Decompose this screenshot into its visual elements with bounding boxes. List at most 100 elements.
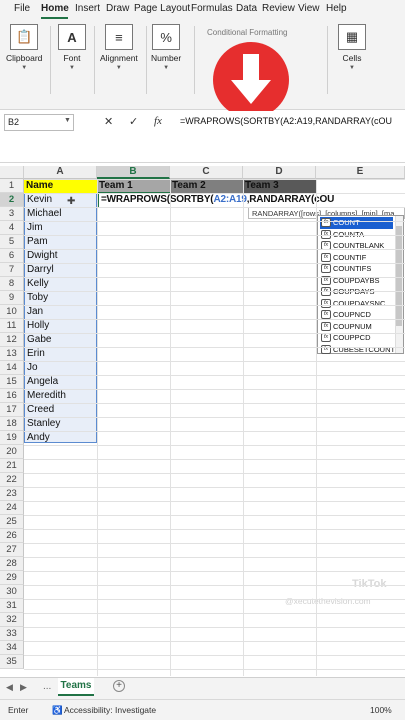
- autocomplete-item[interactable]: fx COUPDAYSNC: [320, 298, 393, 310]
- autocomplete-item[interactable]: fx CUBESETCOUNT: [320, 344, 395, 356]
- more-sheets-button[interactable]: ...: [43, 681, 51, 692]
- menu-file[interactable]: File: [14, 3, 30, 14]
- name-cell[interactable]: Kelly: [25, 277, 95, 291]
- row-header[interactable]: 4: [0, 221, 24, 235]
- row-header[interactable]: 23: [0, 487, 24, 501]
- name-cell[interactable]: Creed: [25, 403, 95, 417]
- row-header[interactable]: 29: [0, 571, 24, 585]
- name-cell[interactable]: Erin: [25, 347, 95, 361]
- row-header[interactable]: 16: [0, 389, 24, 403]
- alignment-group[interactable]: ≡ Alignment ▼: [100, 24, 138, 71]
- autocomplete-item[interactable]: fx COUNTIF: [320, 252, 393, 264]
- row-header[interactable]: 10: [0, 305, 24, 319]
- row-header[interactable]: 12: [0, 333, 24, 347]
- prev-sheet-icon[interactable]: ◀: [6, 682, 13, 693]
- formula-input[interactable]: =WRAPROWS(SORTBY(A2:A19,RANDARRAY(cOU: [176, 114, 405, 131]
- row-header[interactable]: 9: [0, 291, 24, 305]
- zoom-level[interactable]: 100%: [370, 705, 392, 715]
- name-cell[interactable]: Jan: [25, 305, 95, 319]
- number-group[interactable]: % Number ▼: [151, 24, 181, 71]
- name-cell[interactable]: Andy: [25, 431, 95, 445]
- name-cell[interactable]: Stanley: [25, 417, 95, 431]
- conditional-formatting-button[interactable]: Conditional Formatting: [207, 28, 287, 37]
- row-header[interactable]: 25: [0, 515, 24, 529]
- name-cell[interactable]: Toby: [25, 291, 95, 305]
- row-header[interactable]: 30: [0, 585, 24, 599]
- row-header[interactable]: 28: [0, 557, 24, 571]
- row-header[interactable]: 24: [0, 501, 24, 515]
- row-header[interactable]: 33: [0, 627, 24, 641]
- row-header[interactable]: 18: [0, 417, 24, 431]
- row-header[interactable]: 34: [0, 641, 24, 655]
- name-cell[interactable]: Angela: [25, 375, 95, 389]
- row-header[interactable]: 19: [0, 431, 24, 445]
- menu-formulas[interactable]: Formulas: [191, 3, 233, 14]
- autocomplete-item[interactable]: fx COUPNUM: [320, 321, 393, 333]
- cell-b1[interactable]: Team 1: [97, 179, 170, 193]
- row-header[interactable]: 21: [0, 459, 24, 473]
- autocomplete-item[interactable]: fx COUNT: [320, 217, 393, 229]
- row-header[interactable]: 5: [0, 235, 24, 249]
- name-cell[interactable]: Meredith: [25, 389, 95, 403]
- check-icon[interactable]: ✓: [129, 115, 138, 128]
- row-header[interactable]: 13: [0, 347, 24, 361]
- column-header-a[interactable]: A: [24, 166, 97, 179]
- row-header[interactable]: 22: [0, 473, 24, 487]
- clipboard-group[interactable]: 📋 Clipboard ▼: [6, 24, 42, 71]
- row-header[interactable]: 35: [0, 655, 24, 669]
- row-header[interactable]: 1: [0, 179, 24, 193]
- select-all-corner[interactable]: [0, 166, 24, 179]
- row-header[interactable]: 20: [0, 445, 24, 459]
- column-header-d[interactable]: D: [243, 166, 316, 179]
- font-group[interactable]: A Font ▼: [58, 24, 86, 71]
- name-cell[interactable]: Holly: [25, 319, 95, 333]
- name-cell[interactable]: Gabe: [25, 333, 95, 347]
- name-cell[interactable]: Kevin: [25, 193, 95, 207]
- next-sheet-icon[interactable]: ▶: [20, 682, 27, 693]
- scroll-thumb[interactable]: [396, 226, 402, 326]
- name-cell[interactable]: Jim: [25, 221, 95, 235]
- insert-function-icon[interactable]: fx: [154, 115, 162, 127]
- row-header[interactable]: 27: [0, 543, 24, 557]
- row-header[interactable]: 17: [0, 403, 24, 417]
- cell-a1[interactable]: Name: [24, 179, 97, 193]
- row-header[interactable]: 26: [0, 529, 24, 543]
- add-sheet-button[interactable]: +: [113, 680, 125, 692]
- row-header[interactable]: 32: [0, 613, 24, 627]
- cell-b2-editor[interactable]: =WRAPROWS(SORTBY(A2:A19,RANDARRAY(cOU: [99, 193, 339, 207]
- column-header-e[interactable]: E: [316, 166, 405, 179]
- menu-view[interactable]: View: [298, 3, 320, 14]
- menu-help[interactable]: Help: [326, 3, 347, 14]
- name-cell[interactable]: Darryl: [25, 263, 95, 277]
- cell-c1[interactable]: Team 2: [170, 179, 243, 193]
- name-cell[interactable]: Dwight: [25, 249, 95, 263]
- row-header[interactable]: 8: [0, 277, 24, 291]
- menu-home[interactable]: Home: [41, 3, 69, 14]
- grid-row-line: [24, 655, 405, 656]
- autocomplete-item[interactable]: fx COUNTIFS: [320, 263, 393, 275]
- cell-d1[interactable]: Team 3: [243, 179, 316, 193]
- row-header[interactable]: 6: [0, 249, 24, 263]
- menu-review[interactable]: Review: [262, 3, 295, 14]
- menu-insert[interactable]: Insert: [75, 3, 100, 14]
- row-header[interactable]: 15: [0, 375, 24, 389]
- cancel-icon[interactable]: ✕: [104, 115, 113, 128]
- name-cell[interactable]: Michael: [25, 207, 95, 221]
- row-header[interactable]: 3: [0, 207, 24, 221]
- name-cell[interactable]: Jo: [25, 361, 95, 375]
- row-header[interactable]: 2: [0, 193, 24, 207]
- sheet-tab-teams[interactable]: Teams: [58, 678, 94, 696]
- row-header[interactable]: 11: [0, 319, 24, 333]
- column-header-c[interactable]: C: [170, 166, 243, 179]
- chevron-down-icon[interactable]: ▼: [64, 117, 71, 124]
- cells-group[interactable]: ▦ Cells ▼: [338, 24, 366, 71]
- menu-draw[interactable]: Draw: [106, 3, 129, 14]
- row-header[interactable]: 31: [0, 599, 24, 613]
- row-header[interactable]: 14: [0, 361, 24, 375]
- row-header[interactable]: 7: [0, 263, 24, 277]
- menu-data[interactable]: Data: [236, 3, 257, 14]
- column-header-b[interactable]: B: [97, 166, 170, 179]
- name-cell[interactable]: Pam: [25, 235, 95, 249]
- menu-page-layout[interactable]: Page Layout: [134, 3, 190, 14]
- accessibility-status[interactable]: Accessibility: Investigate: [64, 705, 156, 715]
